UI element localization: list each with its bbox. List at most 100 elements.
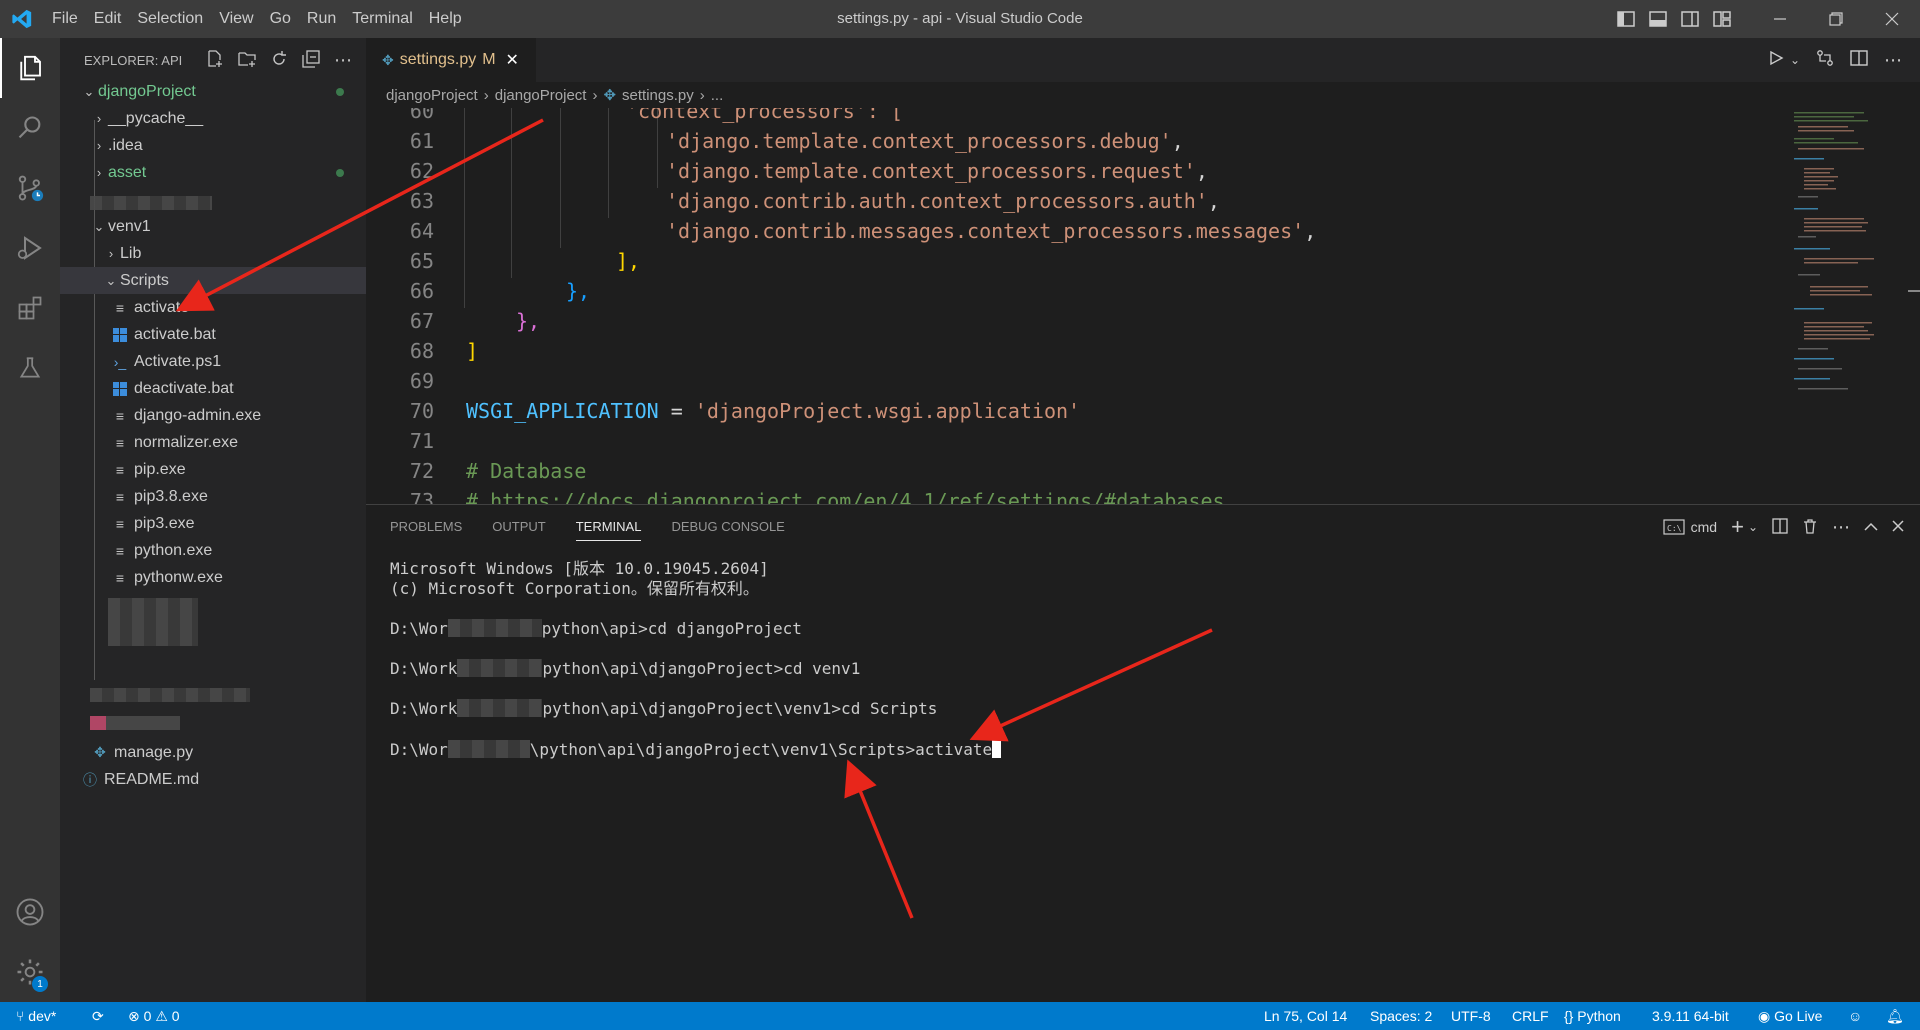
tree-file-python[interactable]: ≡ python.exe xyxy=(60,537,366,564)
tab-output[interactable]: OUTPUT xyxy=(477,505,560,549)
git-status-dot xyxy=(336,168,344,177)
new-folder-icon[interactable] xyxy=(238,50,256,71)
scrollbar-marker xyxy=(1908,290,1920,292)
tree-folder-venv1[interactable]: ⌄ venv1 xyxy=(60,213,366,240)
minimize-button[interactable] xyxy=(1752,0,1808,38)
collapse-all-icon[interactable] xyxy=(302,49,320,71)
split-editor-icon[interactable] xyxy=(1850,49,1868,71)
toggle-secondary-sidebar-icon[interactable] xyxy=(1674,0,1706,38)
tree-file-pip3[interactable]: ≡ pip3.exe xyxy=(60,510,366,537)
menu-go[interactable]: Go xyxy=(262,10,299,28)
breadcrumb-item[interactable]: djangoProject xyxy=(386,87,478,104)
svg-text:C:\: C:\ xyxy=(1667,524,1682,533)
run-dropdown-chevron-icon[interactable]: ⌄ xyxy=(1790,53,1800,67)
terminal-shell-selector[interactable]: C:\ cmd xyxy=(1663,519,1717,535)
editor-scrollbar[interactable] xyxy=(1906,108,1920,504)
search-icon[interactable] xyxy=(0,98,60,158)
tree-file-django-admin[interactable]: ≡ django-admin.exe xyxy=(60,402,366,429)
tree-folder-pycache[interactable]: › __pycache__ xyxy=(60,105,366,132)
tree-folder-scripts[interactable]: ⌄ Scripts xyxy=(60,267,366,294)
breadcrumb-item[interactable]: djangoProject xyxy=(495,87,587,104)
code-line: 62 'django.template.context_processors.re… xyxy=(366,156,1786,186)
breadcrumb-item[interactable]: settings.py xyxy=(622,87,694,104)
tree-file-deactivate-bat[interactable]: deactivate.bat xyxy=(60,375,366,402)
tree-folder-asset[interactable]: › asset xyxy=(60,159,366,186)
line-ending[interactable]: CRLF xyxy=(1512,1002,1549,1030)
tree-file-pip[interactable]: ≡ pip.exe xyxy=(60,456,366,483)
go-live-item[interactable]: ◉ Go Live xyxy=(1758,1002,1822,1030)
git-branch-item[interactable]: ⑂ dev* xyxy=(16,1002,56,1030)
maximize-panel-chevron-up-icon[interactable] xyxy=(1864,519,1878,535)
restore-button[interactable] xyxy=(1808,0,1864,38)
redacted-item xyxy=(90,716,180,730)
tree-folder-idea[interactable]: › .idea xyxy=(60,132,366,159)
explorer-icon[interactable] xyxy=(0,38,60,98)
manage-gear-icon[interactable]: 1 xyxy=(0,942,60,1002)
menu-run[interactable]: Run xyxy=(299,10,344,28)
tab-problems[interactable]: PROBLEMS xyxy=(366,505,477,549)
cursor-position[interactable]: Ln 75, Col 14 xyxy=(1264,1002,1347,1030)
toggle-sidebar-icon[interactable] xyxy=(1610,0,1642,38)
indentation[interactable]: Spaces: 2 xyxy=(1370,1002,1432,1030)
sync-icon[interactable]: ⟳ xyxy=(92,1002,104,1030)
line-number: 64 xyxy=(409,219,434,243)
code-line: 73 # https://docs.djangoproject.com/en/4.… xyxy=(366,486,1786,504)
panel-more-actions-icon[interactable]: ⋯ xyxy=(1832,517,1850,538)
breadcrumb-item[interactable]: ... xyxy=(711,87,724,104)
testing-flask-icon[interactable] xyxy=(0,338,60,398)
toggle-panel-icon[interactable] xyxy=(1642,0,1674,38)
python-interpreter[interactable]: 3.9.11 64-bit xyxy=(1652,1002,1729,1030)
refresh-icon[interactable] xyxy=(270,50,288,71)
menu-help[interactable]: Help xyxy=(421,10,470,28)
error-count: 0 xyxy=(143,1008,152,1024)
editor-more-actions-icon[interactable]: ⋯ xyxy=(1884,50,1902,71)
explorer-header: EXPLORER: API ⋯ xyxy=(60,38,366,82)
code-text: WSGI_APPLICATION xyxy=(466,399,659,423)
tree-folder-djangoproject[interactable]: ⌄ djangoProject xyxy=(60,78,366,105)
accounts-icon[interactable] xyxy=(0,882,60,942)
tree-file-manage-py[interactable]: ✥ manage.py xyxy=(60,739,366,766)
more-actions-icon[interactable]: ⋯ xyxy=(334,50,352,71)
new-terminal-icon[interactable]: + xyxy=(1731,514,1744,540)
menu-file[interactable]: File xyxy=(44,10,86,28)
menu-view[interactable]: View xyxy=(211,10,261,28)
run-python-file-icon[interactable] xyxy=(1768,50,1784,71)
close-panel-icon[interactable] xyxy=(1892,519,1904,535)
tab-settings-py[interactable]: ✥ settings.py M ✕ xyxy=(366,38,536,82)
menu-selection[interactable]: Selection xyxy=(129,10,211,28)
minimap[interactable] xyxy=(1786,108,1906,504)
tree-file-pip38[interactable]: ≡ pip3.8.exe xyxy=(60,483,366,510)
open-changes-icon[interactable] xyxy=(1816,49,1834,72)
source-control-icon[interactable] xyxy=(0,158,60,218)
terminal-text: python\api>cd djangoProject xyxy=(541,619,802,638)
tree-file-pythonw[interactable]: ≡ pythonw.exe xyxy=(60,564,366,591)
notifications-bell-icon[interactable]: 🔔︎ xyxy=(1886,1002,1904,1030)
terminal-dropdown-chevron-icon[interactable]: ⌄ xyxy=(1748,520,1758,534)
problems-item[interactable]: ⊗ 0 ⚠ 0 xyxy=(128,1002,180,1030)
close-window-button[interactable] xyxy=(1864,0,1920,38)
feedback-icon[interactable]: ☺ xyxy=(1848,1002,1862,1030)
split-terminal-icon[interactable] xyxy=(1772,517,1788,537)
tree-file-normalizer[interactable]: ≡ normalizer.exe xyxy=(60,429,366,456)
customize-layout-icon[interactable] xyxy=(1706,0,1738,38)
tree-file-activate-ps1[interactable]: ›_ Activate.ps1 xyxy=(60,348,366,375)
tab-terminal[interactable]: TERMINAL xyxy=(561,505,657,549)
menu-edit[interactable]: Edit xyxy=(86,10,130,28)
kill-terminal-trash-icon[interactable] xyxy=(1802,518,1818,537)
editor-tab-bar: ✥ settings.py M ✕ ⌄ ⋯ xyxy=(366,38,1920,82)
tree-file-activate[interactable]: ≡ activate xyxy=(60,294,366,321)
encoding[interactable]: UTF-8 xyxy=(1451,1002,1491,1030)
language-mode[interactable]: {} Python xyxy=(1564,1002,1621,1030)
code-editor[interactable]: 60 'context_processors': [ 61 'django.temp… xyxy=(366,108,1786,504)
tree-folder-lib[interactable]: › Lib xyxy=(60,240,366,267)
extensions-icon[interactable] xyxy=(0,278,60,338)
run-debug-icon[interactable] xyxy=(0,218,60,278)
tab-debug-console[interactable]: DEBUG CONSOLE xyxy=(656,505,799,549)
vscode-logo-icon xyxy=(0,0,44,38)
close-tab-icon[interactable]: ✕ xyxy=(506,50,519,70)
menu-terminal[interactable]: Terminal xyxy=(344,10,420,28)
tree-file-activate-bat[interactable]: activate.bat xyxy=(60,321,366,348)
code-line: 71 xyxy=(366,426,1786,456)
new-file-icon[interactable] xyxy=(206,49,224,71)
tree-file-readme[interactable]: ⓘ README.md xyxy=(60,766,366,793)
